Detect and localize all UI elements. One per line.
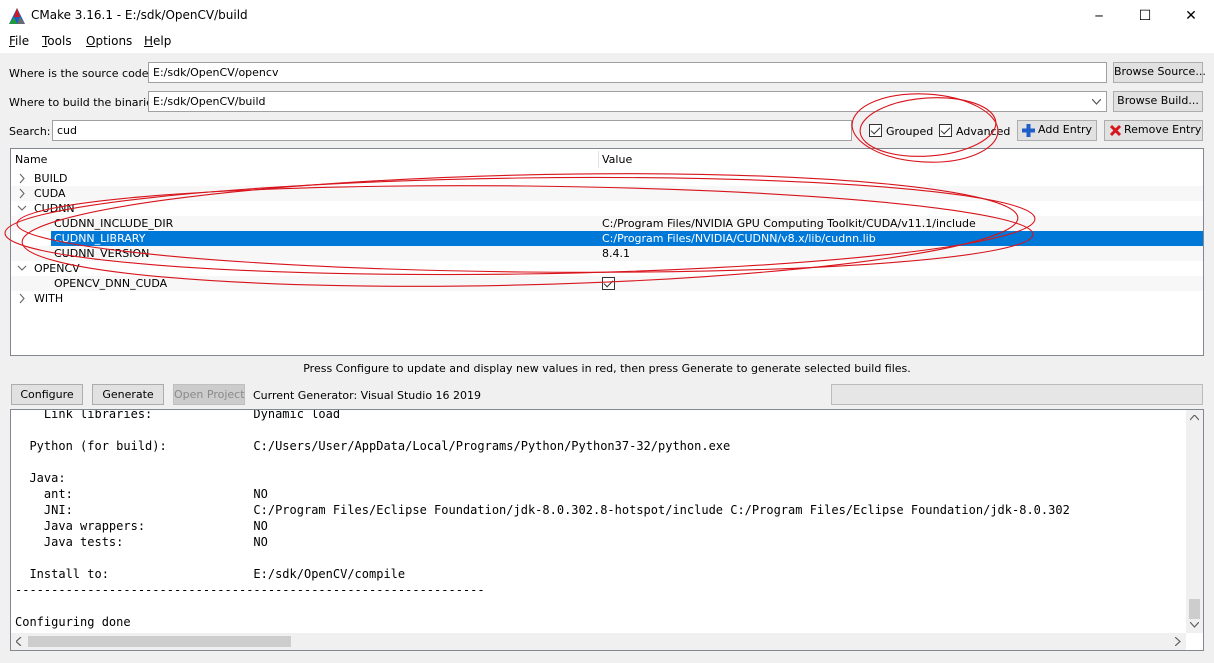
vertical-scrollbar[interactable] [1186, 410, 1203, 633]
remove-x-icon [1109, 124, 1122, 137]
tree-row-name: BUILD [34, 172, 68, 185]
minimize-button[interactable]: ─ [1076, 0, 1122, 31]
tree-row-value: C:/Program Files/NVIDIA GPU Computing To… [602, 217, 976, 230]
grouped-label: Grouped [886, 125, 934, 138]
horizontal-scrollbar[interactable] [11, 633, 1186, 650]
tree-group-row[interactable]: CUDA [11, 186, 1203, 201]
column-header-value[interactable]: Value [602, 149, 632, 168]
menu-help[interactable]: Help [144, 34, 171, 48]
chevron-down-icon[interactable] [17, 201, 27, 216]
browse-source-button[interactable]: Browse Source... [1113, 62, 1206, 83]
browse-build-button[interactable]: Browse Build... [1113, 91, 1203, 112]
remove-entry-button[interactable]: Remove Entry [1104, 120, 1203, 141]
tree-row-value: 8.4.1 [602, 247, 630, 260]
tree-entry-row[interactable]: CUDNN_VERSION 8.4.1 [11, 246, 1203, 261]
tree-row-name: CUDA [34, 187, 66, 200]
source-label: Where is the source code: [9, 67, 153, 80]
build-path-combobox[interactable]: E:/sdk/OpenCV/build [148, 91, 1107, 112]
column-divider [598, 151, 599, 168]
menu-bar [0, 31, 1214, 53]
add-entry-button[interactable]: Add Entry [1017, 120, 1097, 141]
cache-tree[interactable]: Name Value BUILD CUDA CUDNN CUDNN_INCLUDE_D… [10, 148, 1204, 356]
scroll-right-icon[interactable] [1175, 637, 1181, 646]
maximize-button[interactable]: ☐ [1122, 0, 1168, 31]
window-title: CMake 3.16.1 - E:/sdk/OpenCV/build [31, 8, 248, 22]
progress-bar [831, 384, 1203, 405]
advanced-checkbox[interactable] [939, 124, 952, 137]
maximize-icon: ☐ [1138, 7, 1152, 24]
tree-row-name: OPENCV [34, 262, 80, 275]
menu-file[interactable]: File [9, 34, 29, 48]
chevron-right-icon[interactable] [17, 186, 27, 201]
output-log[interactable]: Link libraries: Dynamic load Python (for… [10, 409, 1204, 651]
vertical-scroll-thumb[interactable] [1189, 599, 1200, 619]
tree-row-name: CUDNN_VERSION [54, 247, 150, 260]
tree-group-row[interactable]: CUDNN [11, 201, 1203, 216]
tree-row-value: C:/Program Files/NVIDIA/CUDNN/v8.x/lib/c… [602, 232, 876, 245]
close-icon: ✕ [1185, 7, 1197, 24]
tree-row-name: CUDNN_LIBRARY [54, 232, 146, 245]
tree-row-name: CUDNN_INCLUDE_DIR [54, 217, 174, 230]
output-text: Link libraries: Dynamic load Python (for… [15, 409, 1070, 629]
tree-entry-row[interactable]: CUDNN_LIBRARY C:/Program Files/NVIDIA/CUD… [11, 231, 1203, 246]
plus-icon [1022, 124, 1035, 137]
chevron-down-icon[interactable] [1092, 99, 1101, 105]
current-generator: Current Generator: Visual Studio 16 2019 [253, 389, 482, 402]
value-checkbox[interactable] [602, 277, 615, 290]
advanced-label: Advanced [956, 125, 1011, 138]
source-path-input[interactable]: E:/sdk/OpenCV/opencv [148, 62, 1107, 83]
tree-group-row[interactable]: BUILD [11, 171, 1203, 186]
minimize-icon: ─ [1095, 8, 1103, 23]
menu-options[interactable]: Options [86, 34, 132, 48]
generate-button[interactable]: Generate [92, 384, 164, 405]
status-message: Press Configure to update and display ne… [303, 362, 911, 375]
tree-group-row[interactable]: WITH [11, 291, 1203, 306]
menu-tools[interactable]: Tools [42, 34, 72, 48]
tree-entry-row[interactable]: OPENCV_DNN_CUDA [11, 276, 1203, 291]
horizontal-scroll-thumb[interactable] [28, 636, 291, 647]
tree-row-name: WITH [34, 292, 64, 305]
tree-row-name: CUDNN [34, 202, 75, 215]
configure-button[interactable]: Configure [11, 384, 83, 405]
chevron-right-icon[interactable] [17, 291, 27, 306]
tree-entry-row[interactable]: CUDNN_INCLUDE_DIR C:/Program Files/NVIDIA… [11, 216, 1203, 231]
grouped-checkbox[interactable] [869, 124, 882, 137]
close-button[interactable]: ✕ [1168, 0, 1214, 31]
tree-row-name: OPENCV_DNN_CUDA [54, 277, 168, 290]
scroll-left-icon[interactable] [16, 637, 22, 646]
scroll-down-icon[interactable] [1190, 622, 1199, 628]
cmake-logo-icon [9, 8, 25, 24]
column-header-name[interactable]: Name [15, 149, 47, 168]
scroll-up-icon[interactable] [1190, 415, 1199, 421]
build-label: Where to build the binaries: [9, 96, 163, 109]
tree-group-row[interactable]: OPENCV [11, 261, 1203, 276]
search-input[interactable]: cud [52, 120, 852, 141]
search-label: Search: [9, 125, 51, 138]
chevron-down-icon[interactable] [17, 261, 27, 276]
build-path-value: E:/sdk/OpenCV/build [153, 95, 266, 108]
chevron-right-icon[interactable] [17, 171, 27, 186]
open-project-button[interactable]: Open Project [173, 384, 245, 405]
